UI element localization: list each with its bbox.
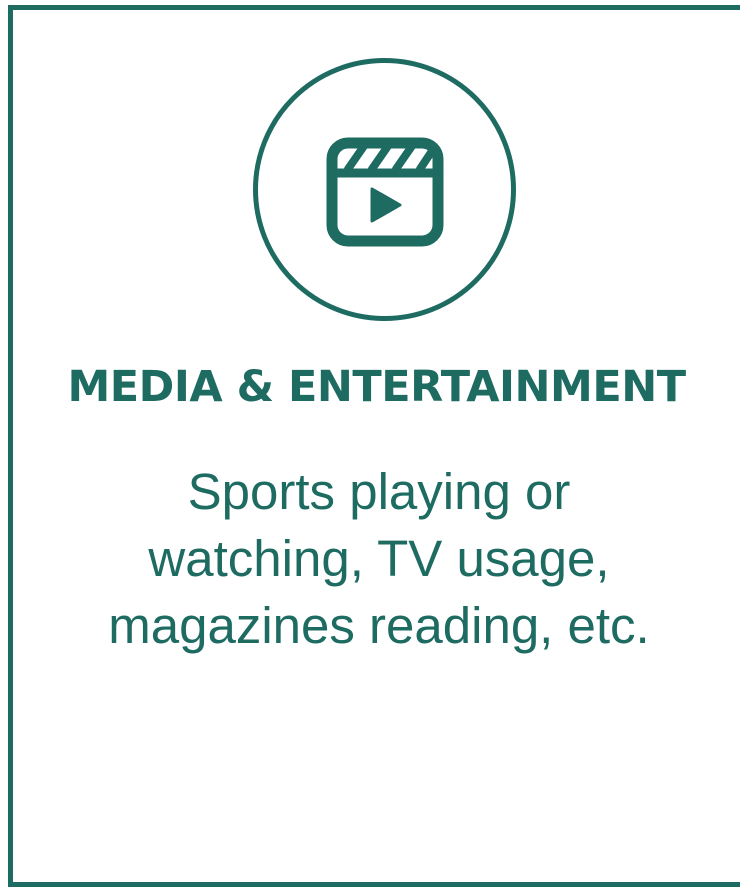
description-line: magazines reading, etc. xyxy=(108,597,650,654)
video-clapperboard-icon xyxy=(326,137,444,247)
description-line: watching, TV usage, xyxy=(148,530,610,587)
category-card: MEDIA & ENTERTAINMENT Sports playing or … xyxy=(8,5,740,887)
description-line: Sports playing or xyxy=(187,463,571,520)
card-title: MEDIA & ENTERTAINMENT xyxy=(67,362,686,412)
icon-circle xyxy=(253,58,516,321)
card-description: Sports playing or watching, TV usage, ma… xyxy=(13,458,744,659)
